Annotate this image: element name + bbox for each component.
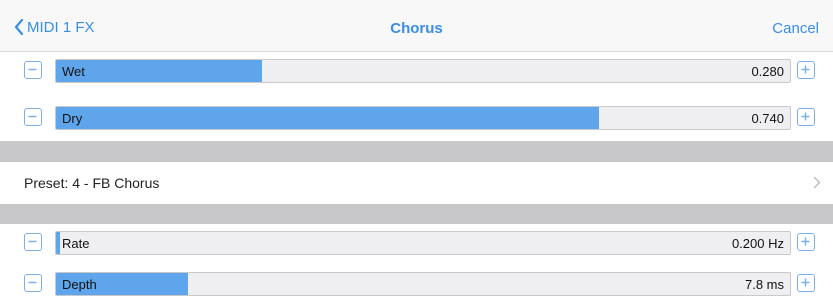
navigation-bar: MIDI 1 FX Chorus Cancel: [0, 0, 833, 52]
depth-decrement-button[interactable]: [24, 274, 42, 292]
rate-slider-fill: [56, 232, 60, 254]
wet-slider-fill: [56, 60, 262, 82]
wet-increment-button[interactable]: [797, 61, 815, 79]
rate-slider[interactable]: Rate 0.200 Hz: [55, 231, 791, 255]
depth-increment-button[interactable]: [797, 274, 815, 292]
wet-value: 0.280: [751, 64, 784, 79]
section-separator: [0, 204, 833, 224]
depth-slider[interactable]: Depth 7.8 ms: [55, 272, 791, 296]
cancel-button[interactable]: Cancel: [772, 20, 819, 37]
dry-slider[interactable]: Dry 0.740: [55, 106, 791, 130]
rate-label: Rate: [62, 236, 90, 251]
wet-slider[interactable]: Wet 0.280: [55, 59, 791, 83]
minus-icon: [28, 68, 37, 71]
dry-increment-button[interactable]: [797, 108, 815, 126]
depth-value: 7.8 ms: [744, 277, 784, 292]
depth-label: Depth: [62, 277, 97, 292]
plus-icon: [801, 237, 810, 246]
section-separator: [0, 141, 833, 162]
param-row-dry: Dry 0.740: [0, 100, 833, 136]
param-row-rate: Rate 0.200 Hz: [0, 225, 833, 261]
param-row-depth: Depth 7.8 ms: [0, 266, 833, 301]
plus-icon: [801, 112, 810, 121]
dry-decrement-button[interactable]: [24, 108, 42, 126]
rate-increment-button[interactable]: [797, 233, 815, 251]
wet-label: Wet: [62, 64, 85, 79]
dry-label: Dry: [62, 111, 83, 126]
chevron-right-icon: [813, 176, 821, 189]
preset-label: Preset: 4 - FB Chorus: [24, 175, 160, 191]
page-title: Chorus: [390, 20, 443, 37]
minus-icon: [28, 281, 37, 284]
rate-decrement-button[interactable]: [24, 233, 42, 251]
dry-slider-fill: [56, 107, 600, 129]
rate-value: 0.200 Hz: [731, 236, 784, 251]
dry-value: 0.740: [751, 111, 784, 126]
plus-icon: [801, 278, 810, 287]
minus-icon: [28, 240, 37, 243]
preset-row[interactable]: Preset: 4 - FB Chorus: [0, 162, 833, 204]
minus-icon: [28, 115, 37, 118]
wet-decrement-button[interactable]: [24, 61, 42, 79]
plus-icon: [801, 65, 810, 74]
param-row-wet: Wet 0.280: [0, 53, 833, 89]
